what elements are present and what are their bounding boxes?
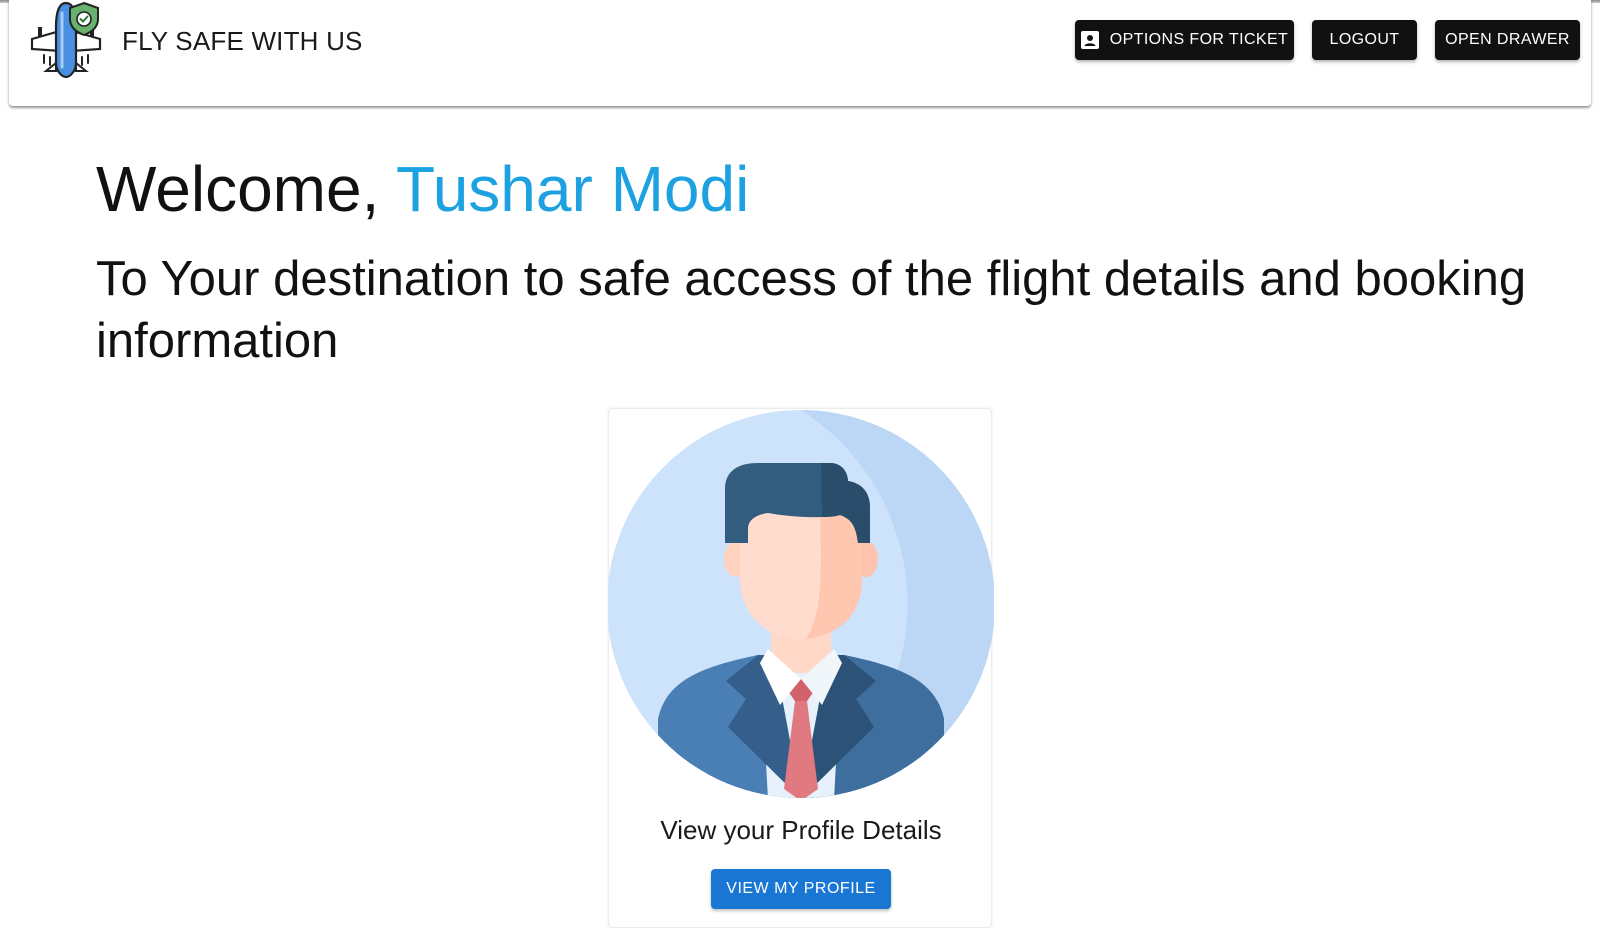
profile-card-text: View your Profile Details bbox=[660, 815, 942, 845]
brand-title: FLY SAFE WITH US bbox=[122, 26, 363, 56]
options-for-ticket-label: OPTIONS FOR TICKET bbox=[1109, 31, 1289, 48]
page-subtitle: To Your destination to safe access of th… bbox=[96, 252, 1527, 368]
open-drawer-button[interactable]: OPEN DRAWER bbox=[1435, 20, 1580, 60]
user-name: Tushar Modi bbox=[395, 153, 750, 225]
profile-card: View your Profile Details VIEW MY PROFIL… bbox=[608, 408, 994, 928]
airplane-shield-icon[interactable] bbox=[30, 1, 102, 79]
welcome-prefix: Welcome, bbox=[96, 153, 396, 225]
app-bar: FLY SAFE WITH US OPTIONS FOR TICKET LOGO… bbox=[9, 0, 1591, 106]
view-my-profile-button[interactable]: VIEW MY PROFILE bbox=[711, 869, 891, 909]
contact-card-icon bbox=[1080, 31, 1099, 49]
businessman-avatar-icon bbox=[608, 410, 994, 798]
logout-button[interactable]: LOGOUT bbox=[1312, 20, 1417, 60]
options-for-ticket-button[interactable]: OPTIONS FOR TICKET bbox=[1075, 20, 1294, 60]
welcome-heading: Welcome, Tushar Modi bbox=[96, 151, 749, 227]
